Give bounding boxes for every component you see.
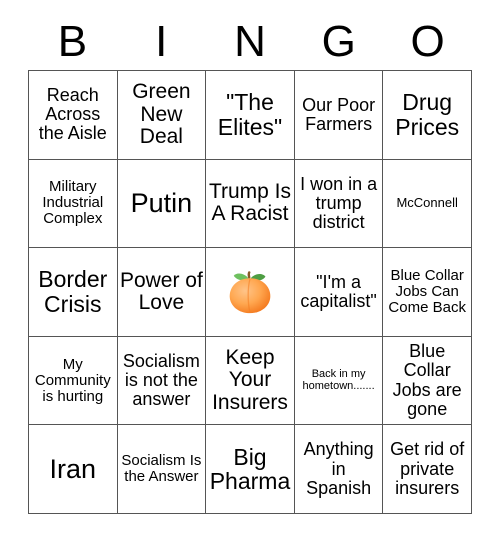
bingo-cell[interactable]: Back in my hometown....... xyxy=(294,336,384,426)
bingo-cell[interactable]: McConnell xyxy=(383,159,472,249)
bingo-header-letter-b: B xyxy=(57,17,88,66)
bingo-cell[interactable]: Trump Is A Racist xyxy=(206,159,295,249)
bingo-grid: Reach Across the Aisle Green New Deal "The… xyxy=(28,70,472,514)
bingo-header: B I N G O xyxy=(28,14,472,70)
bingo-cell-label: Big Pharma xyxy=(209,443,291,495)
bingo-header-letter-n: N xyxy=(234,17,266,66)
bingo-cell[interactable]: Green New Deal xyxy=(117,71,207,160)
bingo-cell[interactable]: Reach Across the Aisle xyxy=(29,71,118,160)
bingo-cell-label: I won in a trump district xyxy=(300,173,378,233)
bingo-cell-label: Blue Collar Jobs are gone xyxy=(392,341,462,419)
bingo-cell[interactable]: Socialism is not the answer xyxy=(117,336,207,426)
bingo-cell[interactable]: Anything in Spanish xyxy=(294,425,384,514)
bingo-card: B I N G O Reach Across the Aisle Green Ne… xyxy=(0,0,500,544)
bingo-cell-label: Anything in Spanish xyxy=(303,439,374,498)
bingo-cell-label: Get rid of private insurers xyxy=(390,439,465,498)
bingo-cell-label: Our Poor Farmers xyxy=(302,94,376,134)
bingo-cell-label: Socialism is not the answer xyxy=(122,350,200,410)
bingo-cell[interactable]: Blue Collar Jobs Can Come Back xyxy=(383,248,472,337)
bingo-header-letter-o: O xyxy=(410,17,445,66)
bingo-cell[interactable]: Socialism Is the Answer xyxy=(117,425,207,514)
bingo-cell[interactable]: Power of Love xyxy=(117,248,207,337)
bingo-cell-label: McConnell xyxy=(396,195,458,211)
bingo-cell-label: Reach Across the Aisle xyxy=(38,84,107,144)
bingo-header-letter-g: G xyxy=(321,17,356,66)
bingo-cell-label: "The Elites" xyxy=(217,89,283,140)
bingo-cell-label: Trump Is A Racist xyxy=(208,179,292,226)
bingo-cell[interactable]: Iran xyxy=(29,425,118,514)
bingo-cell[interactable]: "The Elites" xyxy=(206,71,295,160)
bingo-cell[interactable]: Get rid of private insurers xyxy=(383,425,472,514)
bingo-cell-label: Military Industrial Complex xyxy=(42,178,104,228)
bingo-cell[interactable]: "I'm a capitalist" xyxy=(294,248,384,337)
bingo-cell[interactable]: Keep Your Insurers xyxy=(206,336,295,426)
bingo-cell[interactable]: I won in a trump district xyxy=(294,159,384,249)
bingo-cell-label: Iran xyxy=(49,453,97,484)
bingo-header-letter-i: I xyxy=(155,17,168,66)
bingo-cell-label: Back in my hometown....... xyxy=(302,367,375,392)
bingo-cell[interactable]: Military Industrial Complex xyxy=(29,159,118,249)
bingo-cell[interactable]: Putin xyxy=(117,159,207,249)
bingo-cell[interactable] xyxy=(206,248,295,337)
bingo-cell-label: My Community is hurting xyxy=(34,355,111,405)
bingo-cell[interactable]: Blue Collar Jobs are gone xyxy=(383,336,472,426)
bingo-cell-label: Socialism Is the Answer xyxy=(121,452,202,486)
bingo-cell-label: Drug Prices xyxy=(395,89,460,140)
bingo-cell[interactable]: Border Crisis xyxy=(29,248,118,337)
bingo-cell-label: Keep Your Insurers xyxy=(212,345,288,414)
bingo-cell-label: "I'm a capitalist" xyxy=(300,271,377,311)
bingo-cell-label: Blue Collar Jobs Can Come Back xyxy=(388,266,466,317)
bingo-cell-label: Green New Deal xyxy=(132,80,191,149)
bingo-cell[interactable]: Drug Prices xyxy=(383,71,472,160)
bingo-cell-label: Border Crisis xyxy=(38,266,108,317)
bingo-cell-label: Power of Love xyxy=(119,268,203,314)
bingo-cell-label: Putin xyxy=(130,187,193,218)
bingo-cell[interactable]: Our Poor Farmers xyxy=(294,71,384,160)
bingo-cell[interactable]: My Community is hurting xyxy=(29,336,118,426)
bingo-cell[interactable]: Big Pharma xyxy=(206,425,295,514)
peach-emoji xyxy=(224,266,276,318)
